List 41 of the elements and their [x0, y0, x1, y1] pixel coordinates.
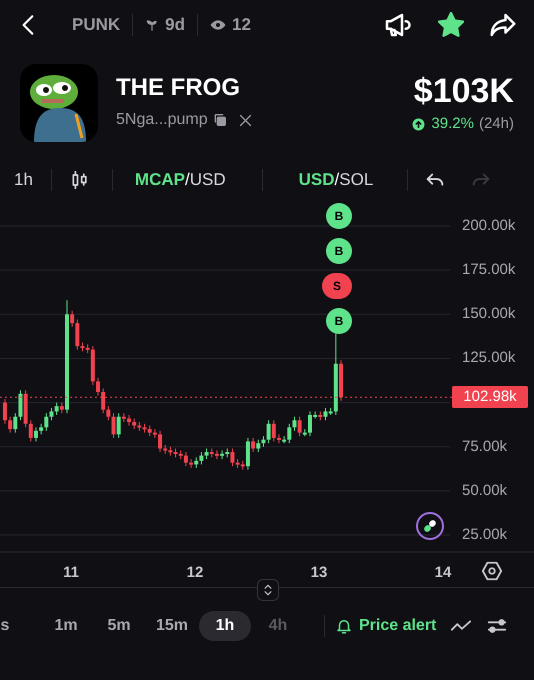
copy-icon[interactable]	[212, 112, 228, 128]
y-axis-label: 175.00k	[462, 261, 516, 280]
timeframe-tab[interactable]: 1m	[40, 611, 92, 641]
y-axis-label: 150.00k	[462, 305, 516, 324]
buy-marker: B	[326, 238, 352, 264]
timeframe-tab[interactable]: 1h	[199, 611, 251, 641]
sell-marker: S	[322, 273, 352, 299]
settings-icon[interactable]	[481, 560, 503, 582]
y-axis-label: 125.00k	[462, 349, 516, 368]
interval-button[interactable]: 1h	[14, 167, 33, 193]
bell-icon	[335, 617, 353, 635]
token-name: THE FROG	[116, 74, 241, 102]
x-axis-label: 11	[62, 563, 80, 583]
currency-toggle[interactable]: USD/SOL	[298, 167, 374, 193]
y-axis-label: 50.00k	[462, 482, 508, 500]
token-address: 5Nga...pump	[116, 110, 208, 130]
price-change: 39.2%	[431, 114, 474, 134]
sprout-icon	[145, 18, 160, 32]
y-axis-label: 75.00k	[462, 438, 508, 456]
timeframe-tab[interactable]: 5m	[93, 611, 145, 641]
y-axis-label: 200.00k	[462, 217, 516, 235]
x-axis-label: 13	[310, 563, 328, 583]
currency-toggle[interactable]: MCAP/USD	[134, 167, 226, 193]
pill-button[interactable]	[416, 512, 444, 540]
x-axis-label: 12	[186, 563, 204, 583]
star-icon[interactable]	[436, 10, 466, 40]
buy-marker: B	[326, 203, 352, 229]
current-price-tag: 102.98k	[452, 386, 528, 408]
price-alert-button[interactable]: Price alert	[335, 614, 436, 638]
ticker-label: PUNK	[72, 14, 120, 36]
resize-handle[interactable]	[257, 579, 279, 601]
buy-marker: B	[326, 308, 352, 334]
timeframe-tab[interactable]: s	[0, 611, 10, 641]
x-axis-label: 14	[434, 563, 452, 583]
y-axis-label: 25.00k	[462, 526, 508, 544]
watchers-count: 12	[232, 14, 251, 36]
change-period: (24h)	[478, 114, 514, 134]
timeframe-tab[interactable]: 15m	[146, 611, 198, 641]
pill-icon	[422, 518, 438, 534]
age-label: 9d	[165, 14, 186, 36]
token-price: $103K	[414, 70, 514, 111]
